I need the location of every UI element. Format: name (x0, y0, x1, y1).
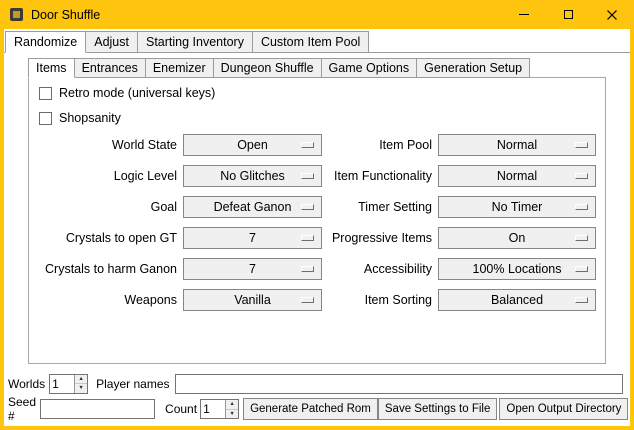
minimize-button[interactable] (502, 0, 546, 29)
dropdown-indicator-icon (575, 204, 588, 210)
logic-level-label: Logic Level (35, 169, 183, 183)
shopsanity-label: Shopsanity (59, 111, 121, 125)
count-label: Count (165, 402, 197, 416)
dropdown-indicator-icon (575, 235, 588, 241)
worlds-input[interactable] (50, 375, 74, 393)
tab-adjust[interactable]: Adjust (85, 31, 138, 53)
dropdown-indicator-icon (575, 173, 588, 179)
retro-mode-label: Retro mode (universal keys) (59, 86, 215, 100)
crystals-gt-dropdown[interactable]: 7 (183, 227, 322, 249)
tab-randomize[interactable]: Randomize (5, 31, 86, 53)
dropdown-indicator-icon (301, 142, 314, 148)
count-spinner: ▲ ▼ (200, 399, 239, 419)
inner-tab-bar: Items Entrances Enemizer Dungeon Shuffle… (28, 58, 529, 78)
progressive-items-dropdown[interactable]: On (438, 227, 596, 249)
generate-bar: Seed # Count ▲ ▼ Generate Patched Rom Sa… (8, 398, 623, 420)
seed-input[interactable] (40, 399, 155, 419)
tab-custom-item-pool[interactable]: Custom Item Pool (252, 31, 369, 53)
spinner-up-icon[interactable]: ▲ (226, 400, 238, 410)
option-row: Crystals to harm Ganon 7 Accessibility 1… (29, 253, 605, 284)
world-state-dropdown[interactable]: Open (183, 134, 322, 156)
worlds-label: Worlds (8, 377, 45, 391)
dropdown-indicator-icon (301, 173, 314, 179)
close-icon (607, 10, 617, 20)
options-grid: World State Open Item Pool Normal Logic … (29, 129, 605, 315)
maximize-icon (564, 10, 573, 19)
dropdown-indicator-icon (575, 297, 588, 303)
worlds-spinner: ▲ ▼ (49, 374, 88, 394)
open-output-button[interactable]: Open Output Directory (499, 398, 628, 420)
titlebar: Door Shuffle (0, 0, 634, 29)
item-functionality-label: Item Functionality (330, 169, 438, 183)
retro-mode-row: Retro mode (universal keys) (39, 85, 215, 101)
tab-starting-inventory[interactable]: Starting Inventory (137, 31, 253, 53)
crystals-ganon-dropdown[interactable]: 7 (183, 258, 322, 280)
goal-label: Goal (35, 200, 183, 214)
window-title: Door Shuffle (31, 8, 100, 22)
save-settings-button[interactable]: Save Settings to File (378, 398, 497, 420)
weapons-dropdown[interactable]: Vanilla (183, 289, 322, 311)
progressive-items-label: Progressive Items (330, 231, 438, 245)
item-functionality-dropdown[interactable]: Normal (438, 165, 596, 187)
item-sorting-dropdown[interactable]: Balanced (438, 289, 596, 311)
seed-label: Seed # (8, 395, 36, 423)
dropdown-indicator-icon (575, 266, 588, 272)
crystals-gt-label: Crystals to open GT (35, 231, 183, 245)
tab-generation-setup[interactable]: Generation Setup (416, 58, 530, 78)
tab-entrances[interactable]: Entrances (74, 58, 146, 78)
items-tab-panel: Retro mode (universal keys) Shopsanity W… (28, 77, 606, 364)
weapons-label: Weapons (35, 293, 183, 307)
spinner-down-icon[interactable]: ▼ (75, 384, 87, 393)
item-pool-dropdown[interactable]: Normal (438, 134, 596, 156)
count-input[interactable] (201, 400, 225, 418)
tab-game-options[interactable]: Game Options (321, 58, 418, 78)
world-state-label: World State (35, 138, 183, 152)
dropdown-indicator-icon (301, 266, 314, 272)
option-row: Crystals to open GT 7 Progressive Items … (29, 222, 605, 253)
logic-level-dropdown[interactable]: No Glitches (183, 165, 322, 187)
option-row: Logic Level No Glitches Item Functionali… (29, 160, 605, 191)
timer-setting-dropdown[interactable]: No Timer (438, 196, 596, 218)
window: Door Shuffle Randomize Adjust Starting I… (0, 0, 634, 430)
retro-mode-checkbox[interactable] (39, 87, 52, 100)
shopsanity-checkbox[interactable] (39, 112, 52, 125)
outer-tab-bar: Randomize Adjust Starting Inventory Cust… (5, 31, 368, 53)
minimize-icon (519, 14, 529, 15)
accessibility-dropdown[interactable]: 100% Locations (438, 258, 596, 280)
option-row: Weapons Vanilla Item Sorting Balanced (29, 284, 605, 315)
dropdown-indicator-icon (301, 297, 314, 303)
item-pool-label: Item Pool (330, 138, 438, 152)
player-names-label: Player names (96, 377, 169, 391)
item-sorting-label: Item Sorting (330, 293, 438, 307)
generate-button[interactable]: Generate Patched Rom (243, 398, 378, 420)
close-button[interactable] (590, 0, 634, 29)
tab-dungeon-shuffle[interactable]: Dungeon Shuffle (213, 58, 322, 78)
timer-setting-label: Timer Setting (330, 200, 438, 214)
crystals-ganon-label: Crystals to harm Ganon (35, 262, 183, 276)
spinner-up-icon[interactable]: ▲ (75, 375, 87, 385)
maximize-button[interactable] (546, 0, 590, 29)
dropdown-indicator-icon (301, 235, 314, 241)
spinner-down-icon[interactable]: ▼ (226, 410, 238, 419)
window-controls (502, 0, 634, 29)
dropdown-indicator-icon (301, 204, 314, 210)
multiworld-bar: Worlds ▲ ▼ Player names (8, 373, 623, 394)
app-icon (10, 8, 23, 21)
accessibility-label: Accessibility (330, 262, 438, 276)
tab-items[interactable]: Items (28, 58, 75, 78)
option-row: World State Open Item Pool Normal (29, 129, 605, 160)
dropdown-indicator-icon (575, 142, 588, 148)
shopsanity-row: Shopsanity (39, 110, 121, 126)
worlds-spin-buttons: ▲ ▼ (74, 375, 87, 393)
goal-dropdown[interactable]: Defeat Ganon (183, 196, 322, 218)
player-names-input[interactable] (175, 374, 624, 394)
tab-enemizer[interactable]: Enemizer (145, 58, 214, 78)
client-area: Randomize Adjust Starting Inventory Cust… (4, 29, 630, 426)
option-row: Goal Defeat Ganon Timer Setting No Timer (29, 191, 605, 222)
count-spin-buttons: ▲ ▼ (225, 400, 238, 418)
